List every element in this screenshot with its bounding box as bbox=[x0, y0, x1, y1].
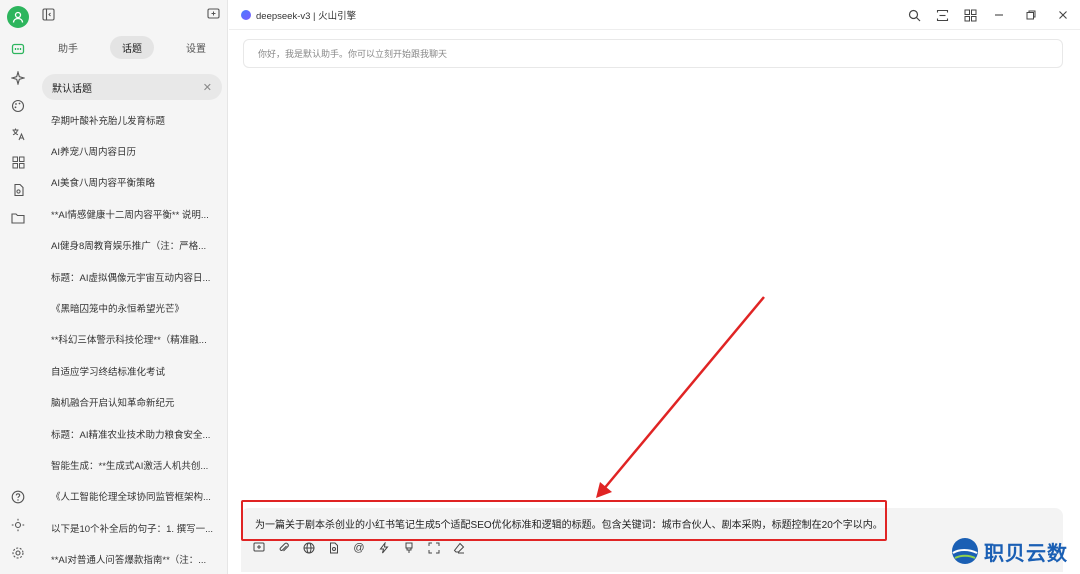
close-icon[interactable]: ✕ bbox=[203, 81, 212, 94]
chat-icon[interactable] bbox=[8, 40, 28, 60]
file-copy-icon[interactable] bbox=[8, 180, 28, 200]
translate-icon[interactable] bbox=[8, 124, 28, 144]
watermark-text: 职贝云数 bbox=[984, 542, 1068, 565]
topic-list: 孕期叶酸补充胎儿发育标题 AI养宠八周内容日历 AI美食八周内容平衡策略 **A… bbox=[36, 104, 228, 574]
new-topic-icon[interactable] bbox=[252, 541, 266, 555]
list-item[interactable]: 标题：AI精准农业技术助力粮食安全... bbox=[36, 418, 228, 449]
apps-grid-icon[interactable] bbox=[8, 152, 28, 172]
sparkle-icon[interactable] bbox=[8, 68, 28, 88]
active-topic-item[interactable]: 默认话题 ✕ bbox=[42, 74, 222, 100]
palette-icon[interactable] bbox=[8, 96, 28, 116]
list-item[interactable]: **科幻三体警示科技伦理**（精准融... bbox=[36, 324, 228, 355]
panel-toolbar bbox=[36, 0, 228, 30]
composer-toolbar: @ bbox=[252, 541, 466, 557]
attachment-icon[interactable] bbox=[277, 541, 291, 555]
list-item[interactable]: **AI情感健康十二周内容平衡** 说明... bbox=[36, 198, 228, 229]
app-window: 助手 话题 设置 默认话题 ✕ 孕期叶酸补充胎儿发育标题 AI养宠八周内容日历 … bbox=[0, 0, 1080, 574]
list-item[interactable]: 《人工智能伦理全球协同监管框架构... bbox=[36, 481, 228, 512]
title-bar: deepseek-v3 | 火山引擎 bbox=[229, 0, 1080, 30]
minimize-icon[interactable] bbox=[991, 7, 1007, 23]
list-item[interactable]: 标题：AI虚拟偶像元宇宙互动内容日... bbox=[36, 261, 228, 292]
tab-settings[interactable]: 设置 bbox=[174, 36, 218, 59]
help-icon[interactable] bbox=[8, 487, 28, 507]
new-topic-icon[interactable] bbox=[207, 8, 220, 26]
list-item[interactable]: AI美食八周内容平衡策略 bbox=[36, 167, 228, 198]
list-item[interactable]: 脑机融合开启认知革命新纪元 bbox=[36, 387, 228, 418]
globe-icon[interactable] bbox=[302, 541, 316, 555]
icon-rail bbox=[0, 0, 36, 574]
list-item[interactable]: 智能生成：**生成式AI激活人机共创... bbox=[36, 449, 228, 480]
model-logo-icon bbox=[241, 10, 251, 20]
list-item[interactable]: 《黑暗囚笼中的永恒希望光芒》 bbox=[36, 292, 228, 323]
tab-topics[interactable]: 话题 bbox=[110, 35, 154, 59]
list-item[interactable]: AI健身8周教育娱乐推广（注：严格... bbox=[36, 230, 228, 261]
watermark-logo: 职贝云数 bbox=[950, 532, 1068, 570]
list-item[interactable]: **AI对普通人问答爆款指南**（注：... bbox=[36, 543, 228, 574]
chat-main: deepseek-v3 | 火山引擎 你好，我是默认助手。你可以立刻开始跟我聊天 bbox=[229, 0, 1080, 574]
annotation-highlight-box bbox=[241, 500, 887, 541]
watermark-globe-icon bbox=[952, 538, 978, 564]
settings-gear-icon[interactable] bbox=[8, 543, 28, 563]
avatar[interactable] bbox=[7, 6, 29, 28]
sidebar-toggle-icon[interactable] bbox=[42, 8, 55, 26]
list-item[interactable]: 自适应学习终结标准化考试 bbox=[36, 355, 228, 386]
close-window-icon[interactable] bbox=[1055, 7, 1071, 23]
model-selector[interactable]: deepseek-v3 | 火山引擎 bbox=[241, 8, 356, 22]
mention-icon[interactable]: @ bbox=[352, 541, 366, 555]
fullscreen-icon[interactable] bbox=[427, 541, 441, 555]
lightning-icon[interactable] bbox=[377, 541, 391, 555]
topic-panel: 助手 话题 设置 默认话题 ✕ 孕期叶酸补充胎儿发育标题 AI养宠八周内容日历 … bbox=[36, 0, 228, 574]
eraser-icon[interactable] bbox=[452, 541, 466, 555]
list-item[interactable]: 孕期叶酸补充胎儿发育标题 bbox=[36, 104, 228, 135]
active-topic-label: 默认话题 bbox=[52, 83, 92, 95]
knowledge-file-icon[interactable] bbox=[327, 541, 341, 555]
list-item[interactable]: AI养宠八周内容日历 bbox=[36, 135, 228, 166]
model-label: deepseek-v3 | 火山引擎 bbox=[256, 11, 357, 22]
apps-grid-icon[interactable] bbox=[962, 7, 978, 23]
folder-icon[interactable] bbox=[8, 208, 28, 228]
theme-sun-icon[interactable] bbox=[8, 515, 28, 535]
search-icon[interactable] bbox=[906, 7, 922, 23]
assistant-greeting: 你好，我是默认助手。你可以立刻开始跟我聊天 bbox=[243, 39, 1063, 68]
tab-assistant[interactable]: 助手 bbox=[46, 36, 90, 59]
restore-icon[interactable] bbox=[1023, 7, 1039, 23]
layout-icon[interactable] bbox=[934, 7, 950, 23]
brush-icon[interactable] bbox=[402, 541, 416, 555]
list-item[interactable]: 以下是10个补全后的句子：1. 撰写一... bbox=[36, 512, 228, 543]
panel-tabs: 助手 话题 设置 bbox=[36, 34, 228, 60]
